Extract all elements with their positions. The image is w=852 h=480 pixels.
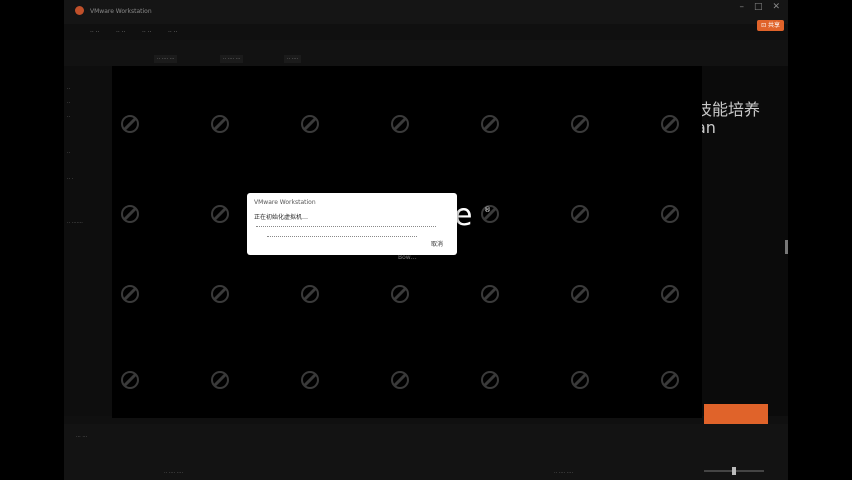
toolbar-ribbon: ·· ···· ··· ·· ···· ··· ·· ····	[64, 40, 788, 67]
app-logo-icon	[75, 6, 84, 15]
progress-dialog: VMware Workstation 正在初始化虚拟机… 取消	[247, 193, 457, 255]
minimize-icon[interactable]: –	[739, 2, 744, 12]
menu-item-3[interactable]: ·· ··	[142, 29, 152, 36]
title-bar: VMware Workstation – □ ✕	[64, 0, 788, 24]
watermark-icon	[661, 371, 679, 389]
watermark-icon	[661, 285, 679, 303]
watermark-icon	[211, 205, 229, 223]
ribbon-tab-3[interactable]: ·· ····	[284, 55, 302, 63]
status-bar: ··· ··· ·· ···· ···· ·· ···· ····	[64, 424, 788, 480]
watermark-icon	[121, 371, 139, 389]
status-text: ·· ···· ····	[164, 470, 184, 476]
menu-item-4[interactable]: ·· ··	[168, 29, 178, 36]
watermark-icon	[481, 371, 499, 389]
background-slide-title: 技能培养	[696, 100, 761, 119]
sidebar-item[interactable]: ··	[67, 150, 70, 156]
watermark-icon	[481, 285, 499, 303]
watermark-icon	[391, 371, 409, 389]
watermark-icon	[481, 115, 499, 133]
watermark-icon	[661, 115, 679, 133]
sidebar-item[interactable]: ··	[67, 114, 70, 120]
dialog-progress-indicator	[267, 236, 417, 238]
window-title: VMware Workstation	[90, 8, 152, 15]
library-sidebar: ·· ·· ·· ·· ·· · ·· ·······	[64, 66, 112, 416]
watermark-icon	[571, 205, 589, 223]
menu-item-2[interactable]: ·· ··	[116, 29, 126, 36]
sidebar-item[interactable]: ·· ·······	[67, 220, 83, 226]
dialog-message: 正在初始化虚拟机…	[254, 214, 309, 221]
cancel-button[interactable]: 取消	[431, 239, 443, 248]
menu-item-1[interactable]: ·· ··	[90, 29, 100, 36]
zoom-slider-thumb[interactable]	[732, 467, 736, 475]
sidebar-item[interactable]: ··	[67, 86, 70, 92]
sidebar-item[interactable]: ··	[67, 100, 70, 106]
watermark-icon	[571, 371, 589, 389]
status-text: ·· ···· ····	[554, 470, 574, 476]
watermark-icon	[301, 115, 319, 133]
watermark-icon	[301, 285, 319, 303]
watermark-icon	[211, 371, 229, 389]
status-text: ··· ···	[76, 434, 88, 440]
watermark-icon	[121, 115, 139, 133]
watermark-icon	[211, 115, 229, 133]
maximize-icon[interactable]: □	[754, 2, 763, 12]
zoom-slider[interactable]	[704, 467, 764, 475]
close-icon[interactable]: ✕	[772, 2, 780, 12]
watermark-icon	[571, 115, 589, 133]
ribbon-tab-1[interactable]: ·· ···· ···	[154, 55, 178, 63]
vm-loading-text: Bow…	[398, 254, 417, 261]
watermark-icon	[121, 285, 139, 303]
accent-bar	[704, 404, 768, 424]
vertical-scrollbar[interactable]	[785, 240, 788, 254]
watermark-icon	[571, 285, 589, 303]
vm-brand-registered-mark: ®	[484, 206, 491, 214]
ribbon-tab-2[interactable]: ·· ···· ···	[220, 55, 244, 63]
watermark-icon	[211, 285, 229, 303]
watermark-icon	[391, 285, 409, 303]
sidebar-item[interactable]: ·· ·	[67, 176, 73, 182]
watermark-icon	[391, 115, 409, 133]
dialog-title: VMware Workstation	[254, 199, 316, 206]
watermark-icon	[301, 371, 319, 389]
dialog-progress-indicator	[256, 226, 436, 228]
window-controls: – □ ✕	[739, 2, 780, 12]
watermark-icon	[661, 205, 679, 223]
menu-bar: ·· ·· ·· ·· ·· ·· ·· ··	[64, 26, 788, 40]
watermark-icon	[121, 205, 139, 223]
